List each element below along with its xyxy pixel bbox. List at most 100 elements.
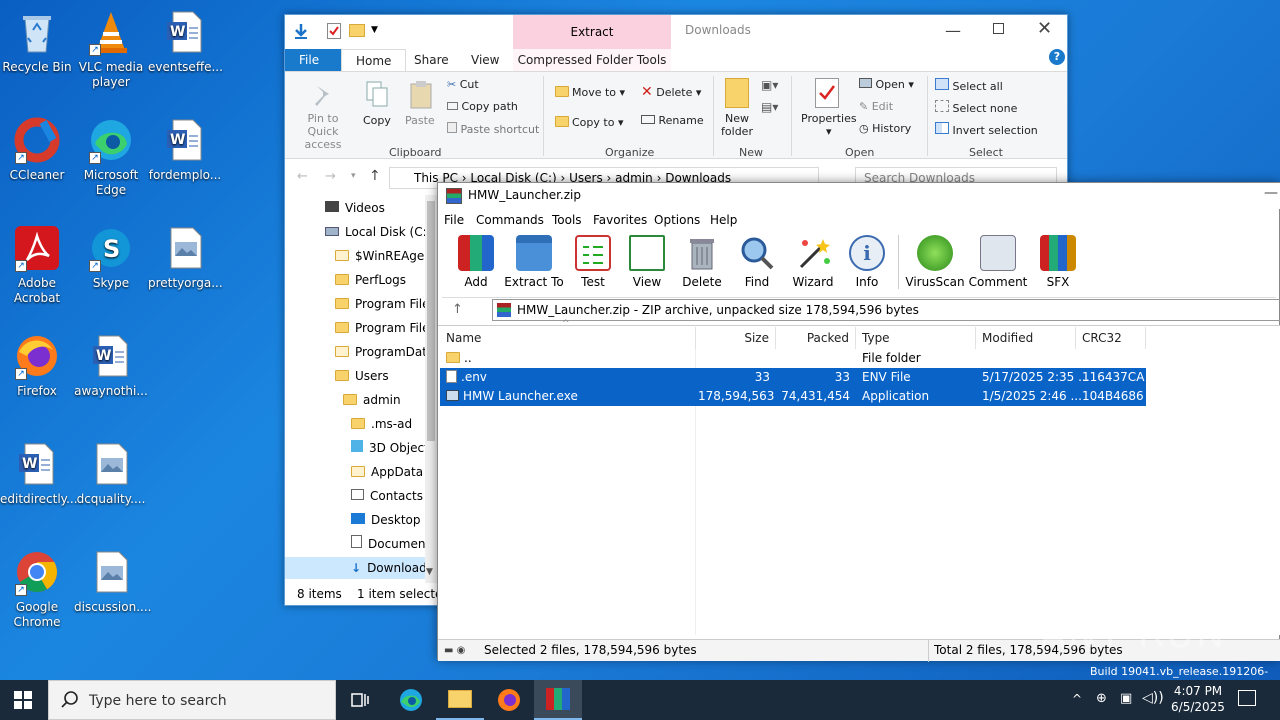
desktop-icon-prettyorga[interactable]: prettyorga... — [148, 224, 223, 291]
tool-add[interactable]: Add — [448, 235, 504, 289]
forward-button[interactable]: → — [325, 169, 336, 184]
task-view-icon[interactable] — [350, 690, 370, 710]
menu-options[interactable]: Options — [654, 213, 700, 227]
table-row-parent[interactable]: .. File folder — [440, 349, 1146, 368]
tool-sfx[interactable]: SFX — [1030, 235, 1086, 289]
explorer-titlebar[interactable]: ▼ Extract Downloads — ✕ — [285, 15, 1067, 49]
nav-scrollbar-thumb[interactable] — [427, 201, 435, 441]
new-folder-qa-icon[interactable] — [349, 24, 365, 37]
desktop-icon-acrobat[interactable]: ↗ Adobe Acrobat — [0, 224, 74, 306]
paste-shortcut-button[interactable]: Paste shortcut — [447, 122, 539, 136]
table-row-hmw-launcher[interactable]: HMW Launcher.exe 178,594,563 74,431,454 … — [440, 387, 1146, 406]
archive-path-field[interactable]: HMW_Launcher.zip - ZIP archive, unpacked… — [492, 299, 1280, 321]
tree-item-appdata[interactable]: AppData — [351, 461, 423, 483]
tray-overflow-icon[interactable]: ^ — [1072, 692, 1082, 706]
tree-item-desktop[interactable]: Desktop — [351, 509, 421, 531]
tree-item-program-files-x86[interactable]: Program Files — [335, 317, 436, 339]
edit-button[interactable]: ✎ Edit — [859, 100, 893, 113]
desktop-icon-chrome[interactable]: ↗ Google Chrome — [0, 548, 74, 630]
desktop-icon-vlc[interactable]: ↗ VLC media player — [74, 8, 148, 90]
windows-start-icon[interactable] — [14, 691, 32, 709]
tree-item-program-files[interactable]: Program Files — [335, 293, 436, 315]
delete-button[interactable]: ✕ Delete ▾ — [641, 84, 701, 100]
select-all-button[interactable]: Select all — [935, 78, 1003, 93]
desktop-icon-fordemplo[interactable]: W fordemplo... — [148, 116, 222, 183]
col-type[interactable]: Type — [856, 327, 976, 349]
taskbar-search-box[interactable]: Type here to search — [48, 680, 336, 720]
tree-item-users[interactable]: Users — [335, 365, 389, 387]
tab-compressed-folder-tools[interactable]: Compressed Folder Tools — [513, 49, 671, 71]
desktop-icon-awaynothi[interactable]: W awaynothi... — [74, 332, 148, 399]
desktop-icon-editdirectly[interactable]: W editdirectly... — [0, 440, 78, 507]
desktop-icon-eventseffe[interactable]: W eventseffe... — [148, 8, 223, 75]
tree-item-downloads[interactable]: ↓ Downloads — [285, 557, 437, 579]
menu-help[interactable]: Help — [710, 213, 737, 227]
tab-share[interactable]: Share — [400, 49, 463, 71]
tree-item-documents[interactable]: Documents — [351, 533, 436, 555]
tree-item-perflogs[interactable]: PerfLogs — [335, 269, 406, 291]
tool-info[interactable]: i Info — [839, 235, 895, 289]
maximize-button[interactable] — [993, 23, 1004, 34]
desktop-icon-discussion[interactable]: discussion.... — [74, 548, 151, 615]
open-button[interactable]: Open ▾ — [859, 78, 914, 91]
tree-item-winreagent[interactable]: $WinREAgent — [335, 245, 437, 267]
copy-path-button[interactable]: Copy path — [447, 100, 518, 113]
desktop-icon-skype[interactable]: S ↗ Skype — [74, 224, 148, 291]
new-item-icon[interactable]: ▣▾ — [761, 78, 778, 92]
clock[interactable]: 4:07 PM 6/5/2025 — [1166, 683, 1230, 715]
taskbar-firefox-icon[interactable] — [496, 687, 522, 713]
copy-button[interactable]: Copy — [363, 114, 391, 127]
desktop-icon-edge[interactable]: ↗ Microsoft Edge — [74, 116, 148, 198]
col-packed[interactable]: Packed — [776, 327, 856, 349]
tool-extract-to[interactable]: Extract To — [504, 235, 564, 289]
winrar-minimize-button[interactable]: — — [1264, 185, 1278, 201]
properties-button[interactable]: Properties ▾ — [801, 112, 857, 138]
back-button[interactable]: ← — [297, 169, 308, 184]
tool-wizard[interactable]: Wizard — [785, 235, 841, 289]
new-folder-button[interactable]: New folder — [719, 112, 755, 138]
recent-dropdown[interactable]: ▾ — [351, 171, 356, 181]
context-tab-extract[interactable]: Extract — [513, 15, 671, 49]
copy-to-button[interactable]: Copy to ▾ — [555, 116, 623, 129]
winrar-titlebar[interactable]: HMW_Launcher.zip — — [438, 183, 1280, 209]
history-button[interactable]: ◷ History — [859, 122, 911, 135]
tree-item-programdata[interactable]: ProgramData — [335, 341, 434, 363]
easy-access-icon[interactable]: ▤▾ — [761, 100, 778, 114]
taskbar-explorer-button[interactable] — [436, 680, 484, 720]
tool-delete[interactable]: Delete — [674, 235, 730, 289]
cut-button[interactable]: ✂ Cut — [447, 78, 479, 91]
tree-item-local-disk[interactable]: Local Disk (C:) — [325, 221, 431, 243]
up-button[interactable]: ↑ — [369, 168, 381, 184]
tree-item-3d-objects[interactable]: 3D Objects — [351, 437, 435, 459]
tray-device-icon[interactable]: ⊕ — [1096, 691, 1107, 706]
rename-button[interactable]: Rename — [641, 114, 704, 127]
paste-button[interactable]: Paste — [405, 114, 435, 127]
minimize-button[interactable]: — — [945, 21, 961, 40]
menu-favorites[interactable]: Favorites — [593, 213, 647, 227]
network-icon[interactable]: ▣ — [1120, 691, 1132, 706]
select-none-button[interactable]: Select none — [935, 100, 1017, 115]
menu-file[interactable]: File — [444, 213, 464, 227]
tree-item-contacts[interactable]: Contacts — [351, 485, 423, 507]
tab-file[interactable]: File — [285, 49, 341, 71]
drive-status-icon[interactable]: ▬ ◉ — [444, 645, 465, 656]
properties-qa-icon[interactable] — [327, 23, 341, 39]
volume-icon[interactable]: ◁)) — [1142, 690, 1164, 706]
taskbar-winrar-button[interactable] — [534, 680, 582, 720]
desktop-icon-ccleaner[interactable]: ↗ CCleaner — [0, 116, 74, 183]
tool-test[interactable]: Test — [565, 235, 621, 289]
col-modified[interactable]: Modified — [976, 327, 1076, 349]
nav-scrollbar[interactable]: ▼ — [425, 195, 437, 583]
help-icon[interactable]: ? — [1049, 49, 1065, 65]
col-size[interactable]: Size — [696, 327, 776, 349]
menu-commands[interactable]: Commands — [476, 213, 544, 227]
col-name[interactable]: Name — [440, 327, 696, 349]
tab-view[interactable]: View — [457, 49, 513, 71]
tree-item-ms-ad[interactable]: .ms-ad — [351, 413, 412, 435]
desktop-icon-dcquality[interactable]: dcquality.... — [74, 440, 148, 507]
taskbar-edge-icon[interactable] — [398, 687, 424, 713]
tool-find[interactable]: Find — [729, 235, 785, 289]
tree-item-videos[interactable]: Videos — [325, 197, 385, 219]
qa-dropdown-icon[interactable]: ▼ — [371, 25, 378, 35]
desktop-icon-firefox[interactable]: ↗ Firefox — [0, 332, 74, 399]
